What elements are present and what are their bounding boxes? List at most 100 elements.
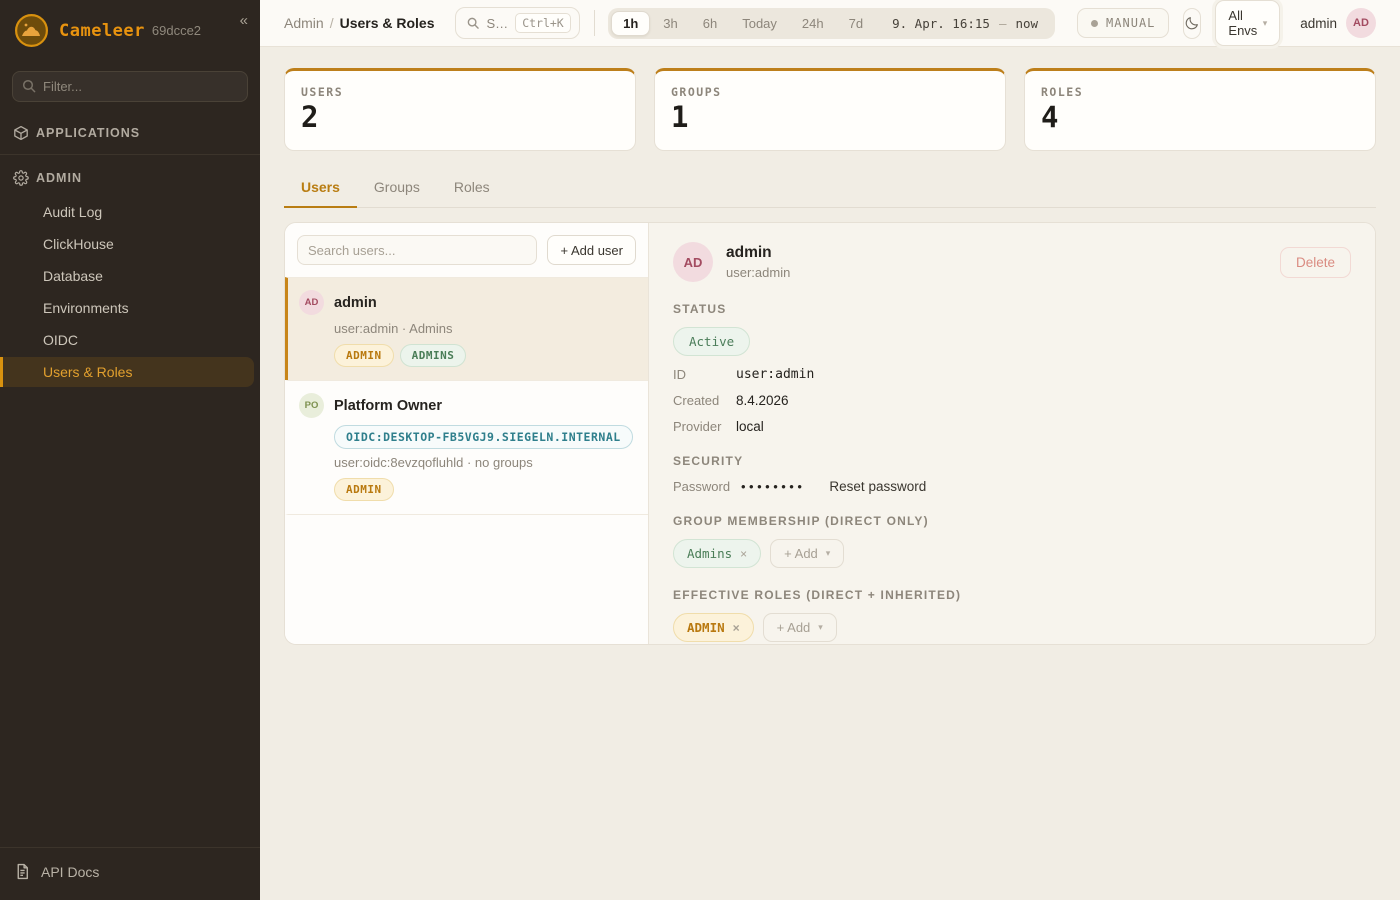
app-build-id: 69dcce2 xyxy=(152,23,201,38)
time-to: now xyxy=(1015,16,1038,31)
moon-icon xyxy=(1184,15,1200,31)
section-status: STATUS xyxy=(673,302,1351,316)
sidebar-collapse-icon[interactable]: « xyxy=(240,12,248,29)
gear-icon xyxy=(13,170,29,186)
stat-cards: USERS 2 GROUPS 1 ROLES 4 xyxy=(284,68,1376,151)
sidebar-item-environments[interactable]: Environments xyxy=(0,293,260,323)
user-badges: ADMIN ADMINS xyxy=(334,344,634,367)
role-chip-admin[interactable]: ADMIN × xyxy=(673,613,754,642)
reset-password-link[interactable]: Reset password xyxy=(829,479,926,494)
sidebar-footer-api-docs[interactable]: API Docs xyxy=(0,847,260,900)
sidebar-item-users-roles[interactable]: Users & Roles xyxy=(0,357,254,387)
groups-count: 1 xyxy=(671,103,989,132)
tab-users[interactable]: Users xyxy=(284,170,357,208)
time-range-7d[interactable]: 7d xyxy=(837,11,875,36)
section-security: SECURITY xyxy=(673,454,1351,468)
user-list: + Add user AD admin user:admin · Admins … xyxy=(285,223,649,644)
section-group-membership: GROUP MEMBERSHIP (DIRECT ONLY) xyxy=(673,514,1351,528)
refresh-mode-button[interactable]: MANUAL xyxy=(1077,8,1169,38)
app-name: Cameleer xyxy=(59,21,145,41)
camel-logo-icon xyxy=(14,13,49,48)
group-chip-admins[interactable]: Admins × xyxy=(673,539,761,568)
time-range-3h[interactable]: 3h xyxy=(651,11,689,36)
sidebar-item-audit-log[interactable]: Audit Log xyxy=(0,197,260,227)
avatar: PO xyxy=(299,393,324,418)
sidebar-section-admin: ADMIN xyxy=(0,161,260,195)
chevron-down-icon: ▾ xyxy=(1263,18,1268,29)
time-range-24h[interactable]: 24h xyxy=(790,11,836,36)
password-row: Password •••••••• Reset password xyxy=(673,479,1351,494)
add-role-button[interactable]: + Add ▾ xyxy=(763,613,837,642)
password-masked-value: •••••••• xyxy=(741,479,805,494)
delete-user-button[interactable]: Delete xyxy=(1280,247,1351,278)
current-user[interactable]: admin AD xyxy=(1300,8,1376,38)
environment-select[interactable]: All Envs ▾ xyxy=(1215,0,1280,46)
user-list-header: + Add user xyxy=(285,223,648,277)
sidebar-section-applications: APPLICATIONS xyxy=(0,116,260,150)
document-icon xyxy=(14,863,31,880)
global-search-button[interactable]: S… Ctrl+K xyxy=(455,7,580,39)
oidc-provider-badge: OIDC:DESKTOP-FB5VGJ9.SIEGELN.INTERNAL xyxy=(334,425,633,449)
remove-icon[interactable]: × xyxy=(733,621,740,635)
users-panel: + Add user AD admin user:admin · Admins … xyxy=(284,222,1376,645)
breadcrumb-admin[interactable]: Admin xyxy=(284,15,324,31)
tab-groups[interactable]: Groups xyxy=(357,170,437,208)
user-subtitle: user:admin · Admins xyxy=(334,321,634,336)
role-badge: ADMIN xyxy=(334,344,394,367)
tab-bar: Users Groups Roles xyxy=(284,170,1376,208)
status-dot-icon xyxy=(1091,20,1098,27)
sidebar-divider xyxy=(0,154,260,155)
theme-toggle-button[interactable] xyxy=(1183,8,1201,39)
stat-card-users: USERS 2 xyxy=(284,68,636,151)
sidebar-item-clickhouse[interactable]: ClickHouse xyxy=(0,229,260,259)
search-icon xyxy=(21,78,37,94)
user-list-item-admin[interactable]: AD admin user:admin · Admins ADMIN ADMIN… xyxy=(285,277,648,380)
add-group-button[interactable]: + Add ▾ xyxy=(770,539,844,568)
time-range-today[interactable]: Today xyxy=(730,11,789,36)
section-effective-roles: EFFECTIVE ROLES (DIRECT + INHERITED) xyxy=(673,588,1351,602)
cube-icon xyxy=(13,125,29,141)
effective-roles-chips: ADMIN × + Add ▾ xyxy=(673,613,1351,642)
user-detail-header: AD admin user:admin Delete xyxy=(673,242,1351,282)
group-membership-chips: Admins × + Add ▾ xyxy=(673,539,1351,568)
time-range-6h[interactable]: 6h xyxy=(691,11,729,36)
user-badges: ADMIN xyxy=(334,478,634,501)
tab-roles[interactable]: Roles xyxy=(437,170,507,208)
remove-icon[interactable]: × xyxy=(740,547,747,561)
roles-count: 4 xyxy=(1041,103,1359,132)
group-badge: ADMINS xyxy=(400,344,467,367)
sidebar-item-oidc[interactable]: OIDC xyxy=(0,325,260,355)
page-content: USERS 2 GROUPS 1 ROLES 4 Users Groups Ro… xyxy=(260,47,1400,900)
detail-user-name: admin xyxy=(726,244,790,262)
info-row-id: ID user:admin xyxy=(673,367,1351,382)
user-detail: AD admin user:admin Delete STATUS Active… xyxy=(649,223,1375,644)
time-from: 9. Apr. 16:15 xyxy=(892,16,990,31)
time-range-display[interactable]: 9. Apr. 16:15 — now xyxy=(876,12,1052,35)
chevron-down-icon: ▾ xyxy=(818,622,823,633)
user-list-item-platform-owner[interactable]: PO Platform Owner OIDC:DESKTOP-FB5VGJ9.S… xyxy=(285,380,648,515)
time-range-bar: 1h 3h 6h Today 24h 7d 9. Apr. 16:15 — no… xyxy=(608,8,1055,39)
avatar: AD xyxy=(299,290,324,315)
sidebar: Cameleer 69dcce2 « APPLICATIONS ADMIN Au… xyxy=(0,0,260,900)
main-area: Admin / Users & Roles S… Ctrl+K 1h 3h 6h… xyxy=(260,0,1400,900)
user-search-input[interactable] xyxy=(297,235,537,265)
detail-user-id: user:admin xyxy=(726,265,790,280)
app-logo-row: Cameleer 69dcce2 « xyxy=(0,0,260,61)
chevron-down-icon: ▾ xyxy=(826,548,831,559)
stat-card-roles: ROLES 4 xyxy=(1024,68,1376,151)
search-shortcut-kbd: Ctrl+K xyxy=(515,13,571,33)
avatar: AD xyxy=(673,242,713,282)
time-range-1h[interactable]: 1h xyxy=(611,11,650,36)
top-bar: Admin / Users & Roles S… Ctrl+K 1h 3h 6h… xyxy=(260,0,1400,47)
user-subtitle: user:oidc:8evzqofluhld · no groups xyxy=(334,455,634,470)
sidebar-filter-input[interactable] xyxy=(12,71,248,102)
stat-card-groups: GROUPS 1 xyxy=(654,68,1006,151)
role-badge: ADMIN xyxy=(334,478,394,501)
info-row-provider: Provider local xyxy=(673,419,1351,434)
sidebar-item-database[interactable]: Database xyxy=(0,261,260,291)
sidebar-admin-items: Audit Log ClickHouse Database Environmen… xyxy=(0,195,260,387)
breadcrumb-current: Users & Roles xyxy=(340,15,435,31)
add-user-button[interactable]: + Add user xyxy=(547,235,636,265)
avatar[interactable]: AD xyxy=(1346,8,1376,38)
users-count: 2 xyxy=(301,103,619,132)
